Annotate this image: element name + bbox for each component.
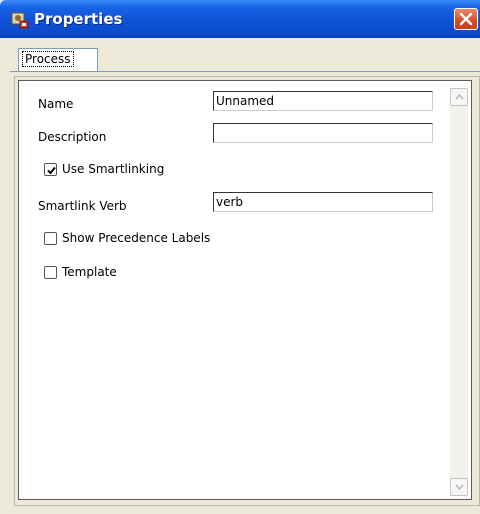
tab-process[interactable]: Process xyxy=(18,48,98,71)
tab-divider xyxy=(10,71,480,72)
name-field[interactable]: Unnamed xyxy=(213,91,433,111)
tab-strip: Process xyxy=(10,48,480,72)
use-smartlinking-label: Use Smartlinking xyxy=(62,162,165,176)
window-title: Properties xyxy=(34,10,123,28)
smartlink-verb-field[interactable]: verb xyxy=(213,192,433,212)
close-button[interactable] xyxy=(454,8,478,30)
chevron-down-icon xyxy=(455,484,464,490)
description-label: Description xyxy=(38,130,107,144)
scroll-down-button[interactable] xyxy=(450,478,468,496)
title-bar[interactable]: Properties xyxy=(0,0,480,38)
properties-icon xyxy=(10,10,30,30)
template-checkbox[interactable] xyxy=(44,266,57,279)
template-label: Template xyxy=(62,265,117,279)
chevron-up-icon xyxy=(455,94,464,100)
show-precedence-labels-label: Show Precedence Labels xyxy=(62,231,211,245)
properties-window: Properties Process Name Unnamed Descript… xyxy=(0,0,480,514)
tab-process-label: Process xyxy=(22,51,74,67)
vertical-scrollbar[interactable] xyxy=(450,88,468,496)
smartlink-verb-label: Smartlink Verb xyxy=(38,199,127,213)
use-smartlinking-checkbox[interactable] xyxy=(44,163,57,176)
close-icon xyxy=(459,12,473,26)
description-field[interactable] xyxy=(213,123,433,143)
checkmark-icon xyxy=(47,166,56,175)
scroll-up-button[interactable] xyxy=(450,88,468,106)
name-label: Name xyxy=(38,97,74,111)
show-precedence-labels-checkbox[interactable] xyxy=(44,232,57,245)
